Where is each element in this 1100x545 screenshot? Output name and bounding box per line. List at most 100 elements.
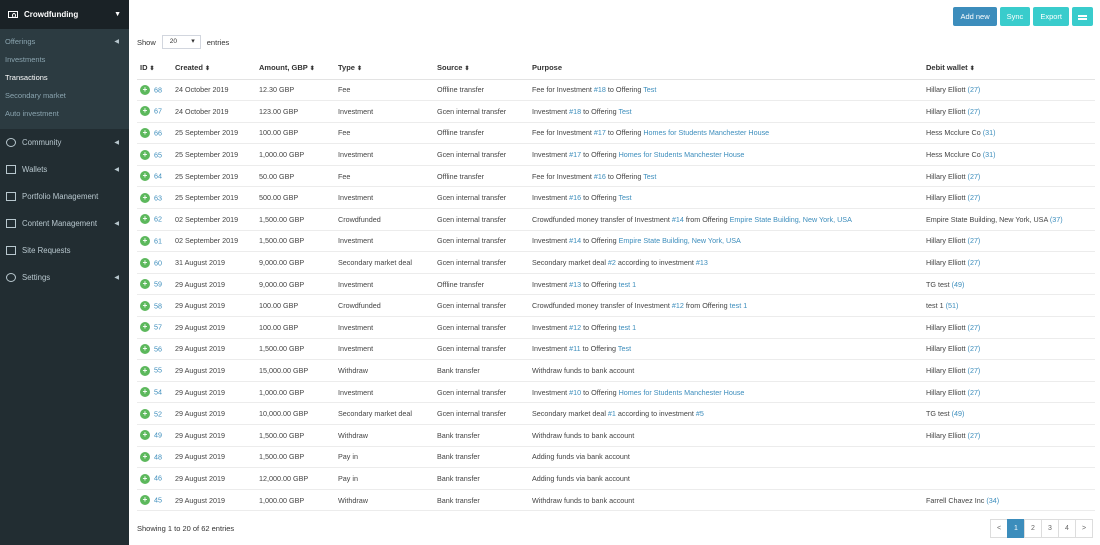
transaction-id-link[interactable]: 57 [154,323,162,332]
debit-wallet-id-link[interactable]: (27) [968,388,981,397]
transaction-id-link[interactable]: 63 [154,193,162,202]
purpose-link[interactable]: #16 [594,172,606,181]
purpose-link[interactable]: Homes for Students Manchester House [619,388,745,397]
purpose-link[interactable]: Empire State Building, New York, USA [730,215,852,224]
expand-row-icon[interactable]: + [140,408,150,419]
purpose-link[interactable]: test 1 [619,280,637,289]
sidebar-item-wallets[interactable]: Wallets ◀ [0,156,129,183]
col-debit-wallet[interactable]: Debit wallet ⬍ [926,56,1095,80]
expand-row-icon[interactable]: + [140,106,150,117]
transaction-id-link[interactable]: 67 [154,107,162,116]
debit-wallet-id-link[interactable]: (51) [946,301,959,310]
sidebar-item-site-requests[interactable]: Site Requests [0,237,129,264]
transaction-id-link[interactable]: 61 [154,237,162,246]
debit-wallet-id-link[interactable]: (27) [968,344,981,353]
columns-toggle-button[interactable] [1072,7,1093,26]
debit-wallet-id-link[interactable]: (34) [986,496,999,505]
purpose-link[interactable]: #10 [569,388,581,397]
expand-row-icon[interactable]: + [140,257,150,268]
transaction-id-link[interactable]: 49 [154,431,162,440]
expand-row-icon[interactable]: + [140,495,150,506]
purpose-link[interactable]: Test [618,193,631,202]
export-button[interactable]: Export [1033,7,1069,26]
expand-row-icon[interactable]: + [140,473,150,484]
purpose-link[interactable]: #5 [696,409,704,418]
pagination-page-4[interactable]: 4 [1058,519,1076,538]
debit-wallet-id-link[interactable]: (27) [968,172,981,181]
purpose-link[interactable]: Test [618,344,631,353]
transaction-id-link[interactable]: 54 [154,388,162,397]
debit-wallet-id-link[interactable]: (49) [952,280,965,289]
pagination-page-1[interactable]: 1 [1007,519,1025,538]
debit-wallet-id-link[interactable]: (27) [968,85,981,94]
purpose-link[interactable]: #17 [569,150,581,159]
purpose-link[interactable]: Homes for Students Manchester House [643,128,769,137]
col-amount[interactable]: Amount, GBP ⬍ [259,56,338,80]
purpose-link[interactable]: Homes for Students Manchester House [619,150,745,159]
transaction-id-link[interactable]: 56 [154,344,162,353]
purpose-link[interactable]: #13 [569,280,581,289]
expand-row-icon[interactable]: + [140,322,150,333]
purpose-link[interactable]: #12 [672,301,684,310]
debit-wallet-id-link[interactable]: (27) [968,236,981,245]
debit-wallet-id-link[interactable]: (27) [968,431,981,440]
purpose-link[interactable]: #16 [569,193,581,202]
sidebar-item-transactions[interactable]: Transactions [0,69,129,87]
sidebar-item-offerings[interactable]: Offerings ◀ [0,33,129,51]
transaction-id-link[interactable]: 48 [154,452,162,461]
transaction-id-link[interactable]: 45 [154,496,162,505]
pagination-next-button[interactable]: > [1075,519,1093,538]
add-new-button[interactable]: Add new [953,7,997,26]
pagination-page-3[interactable]: 3 [1041,519,1059,538]
pagination-prev-button[interactable]: < [990,519,1008,538]
purpose-link[interactable]: Empire State Building, New York, USA [619,236,741,245]
purpose-link[interactable]: #14 [672,215,684,224]
transaction-id-link[interactable]: 60 [154,258,162,267]
expand-row-icon[interactable]: + [140,300,150,311]
sidebar-item-investments[interactable]: Investments [0,51,129,69]
expand-row-icon[interactable]: + [140,171,150,182]
sidebar-item-portfolio-management[interactable]: Portfolio Management [0,183,129,210]
expand-row-icon[interactable]: + [140,149,150,160]
expand-row-icon[interactable]: + [140,214,150,225]
debit-wallet-id-link[interactable]: (27) [968,366,981,375]
purpose-link[interactable]: #14 [569,236,581,245]
expand-row-icon[interactable]: + [140,236,150,246]
sidebar-item-community[interactable]: Community ◀ [0,129,129,156]
expand-row-icon[interactable]: + [140,84,150,95]
purpose-link[interactable]: test 1 [730,301,748,310]
sidebar-item-secondary-market[interactable]: Secondary market [0,87,129,105]
sidebar-item-auto-investment[interactable]: Auto investment [0,105,129,123]
debit-wallet-id-link[interactable]: (27) [968,323,981,332]
debit-wallet-id-link[interactable]: (49) [952,409,965,418]
transaction-id-link[interactable]: 55 [154,366,162,375]
sync-button[interactable]: Sync [999,7,1031,26]
sidebar-item-settings[interactable]: Settings ◀ [0,264,129,291]
purpose-link[interactable]: #2 [608,258,616,267]
purpose-link[interactable]: #17 [594,128,606,137]
debit-wallet-id-link[interactable]: (31) [983,150,996,159]
transaction-id-link[interactable]: 68 [154,85,162,94]
purpose-link[interactable]: Test [643,172,656,181]
purpose-link[interactable]: #1 [608,409,616,418]
debit-wallet-id-link[interactable]: (27) [968,258,981,267]
entries-select[interactable]: 20 [161,35,201,49]
purpose-link[interactable]: #18 [594,85,606,94]
transaction-id-link[interactable]: 64 [154,172,162,181]
transaction-id-link[interactable]: 59 [154,280,162,289]
purpose-link[interactable]: #18 [569,107,581,116]
expand-row-icon[interactable]: + [140,387,150,398]
expand-row-icon[interactable]: + [140,365,150,376]
transaction-id-link[interactable]: 46 [154,474,162,483]
transaction-id-link[interactable]: 58 [154,301,162,310]
col-created[interactable]: Created ⬍ [175,56,259,80]
pagination-page-2[interactable]: 2 [1024,519,1042,538]
sidebar-header-crowdfunding[interactable]: Crowdfunding ▼ [0,0,129,29]
purpose-link[interactable]: #11 [569,344,580,353]
debit-wallet-id-link[interactable]: (27) [968,193,981,202]
col-source[interactable]: Source ⬍ [437,56,532,80]
col-type[interactable]: Type ⬍ [338,56,437,80]
transaction-id-link[interactable]: 52 [154,409,162,418]
purpose-link[interactable]: #13 [696,258,708,267]
purpose-link[interactable]: Test [643,85,656,94]
